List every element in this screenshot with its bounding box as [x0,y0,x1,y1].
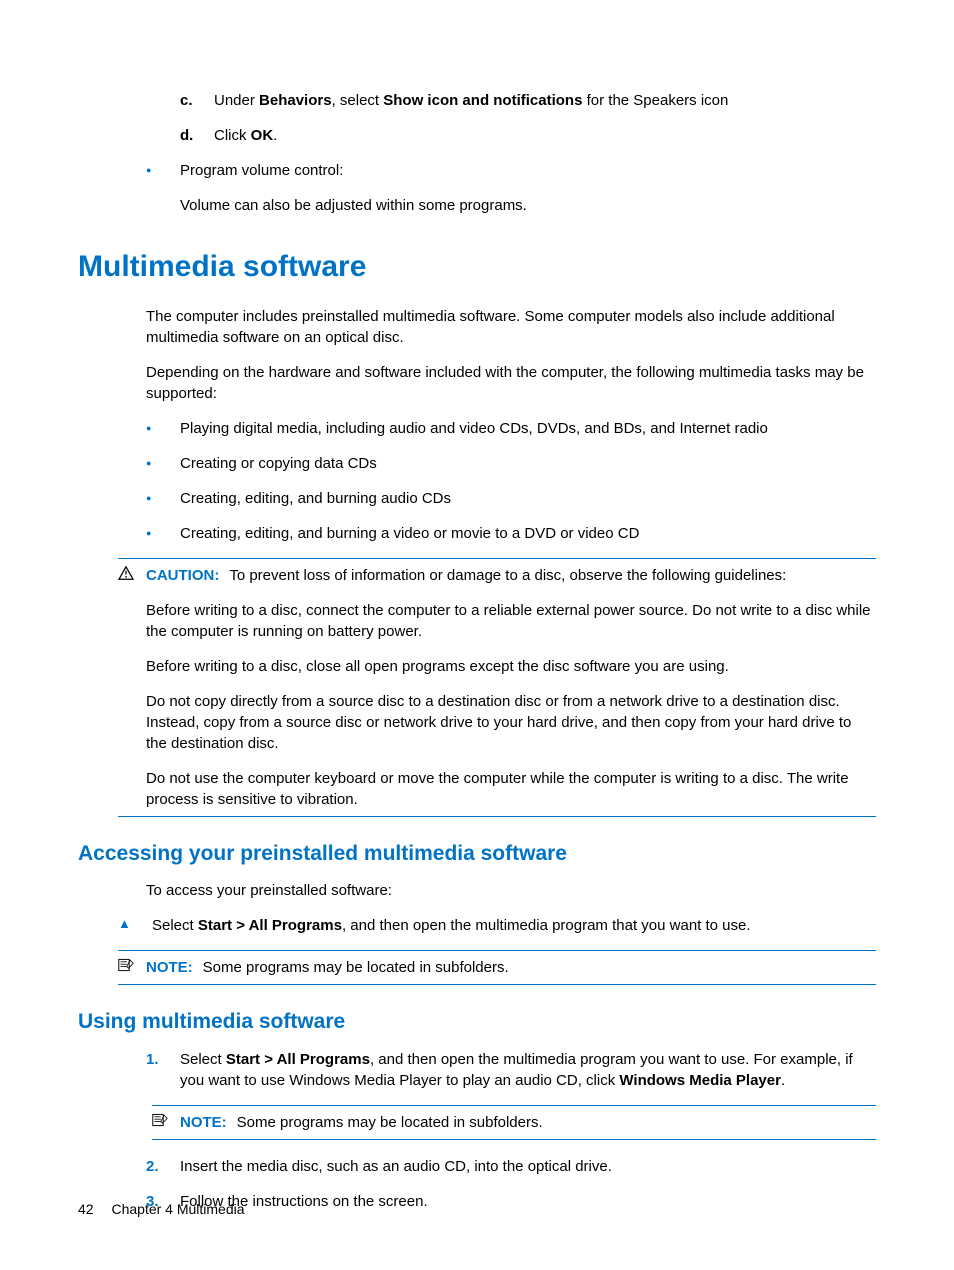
program-volume-desc: Volume can also be adjusted within some … [180,195,876,216]
intro-para-2: Depending on the hardware and software i… [146,362,876,404]
note-icon [118,957,146,978]
step-text: Select Start > All Programs, and then op… [180,1049,876,1091]
use-step-2: 2. Insert the media disc, such as an aud… [146,1156,876,1177]
task-bullet: Creating, editing, and burning audio CDs [146,488,876,509]
caution-body: CAUTION: To prevent loss of information o… [146,565,876,810]
bullet-icon [146,453,180,474]
use-step-3: 3. Follow the instructions on the screen… [146,1191,876,1212]
heading-using-multimedia: Using multimedia software [78,1007,876,1036]
note-icon [152,1112,180,1133]
caution-callout: CAUTION: To prevent loss of information o… [118,558,876,817]
use-step-1: 1. Select Start > All Programs, and then… [146,1049,876,1091]
caution-para: Do not copy directly from a source disc … [146,691,876,754]
triangle-icon [118,915,152,936]
caution-label: CAUTION: [146,567,219,584]
task-bullet: Creating or copying data CDs [146,453,876,474]
caution-icon [118,565,146,810]
step-text: Click OK. [214,125,277,146]
bullet-icon [146,523,180,544]
page-number: 42 [78,1201,94,1217]
program-volume-bullet: Program volume control: [146,160,876,181]
bullet-text: Creating or copying data CDs [180,453,377,474]
access-step: Select Start > All Programs, and then op… [118,915,876,936]
intro-para-1: The computer includes preinstalled multi… [146,306,876,348]
heading-multimedia-software: Multimedia software [78,246,876,288]
step-marker: 1. [146,1049,180,1091]
step-marker: d. [180,125,214,146]
access-intro: To access your preinstalled software: [146,880,876,901]
note-text: Some programs may be located in subfolde… [237,1114,543,1131]
heading-accessing-preinstalled: Accessing your preinstalled multimedia s… [78,839,876,868]
note-callout: NOTE: Some programs may be located in sub… [152,1105,876,1140]
caution-para: Before writing to a disc, close all open… [146,656,876,677]
task-bullet: Playing digital media, including audio a… [146,418,876,439]
step-text: Under Behaviors, select Show icon and no… [214,90,728,111]
note-callout: NOTE: Some programs may be located in sub… [118,950,876,985]
chapter-label: Chapter 4 Multimedia [111,1201,244,1217]
step-marker: c. [180,90,214,111]
note-label: NOTE: [146,959,193,976]
bullet-text: Program volume control: [180,160,343,181]
caution-para: Do not use the computer keyboard or move… [146,768,876,810]
bullet-text: Playing digital media, including audio a… [180,418,768,439]
step-marker: 2. [146,1156,180,1177]
bullet-icon [146,160,180,181]
step-text: Insert the media disc, such as an audio … [180,1156,612,1177]
caution-lead: To prevent loss of information or damage… [229,567,786,584]
caution-para: Before writing to a disc, connect the co… [146,600,876,642]
note-label: NOTE: [180,1114,227,1131]
bullet-icon [146,488,180,509]
task-bullet: Creating, editing, and burning a video o… [146,523,876,544]
step-c: c. Under Behaviors, select Show icon and… [180,90,876,111]
bullet-text: Creating, editing, and burning a video o… [180,523,639,544]
step-d: d. Click OK. [180,125,876,146]
note-text: Some programs may be located in subfolde… [203,959,509,976]
page-footer: 42 Chapter 4 Multimedia [78,1200,245,1220]
bullet-icon [146,418,180,439]
step-text: Select Start > All Programs, and then op… [152,915,751,936]
bullet-text: Creating, editing, and burning audio CDs [180,488,451,509]
